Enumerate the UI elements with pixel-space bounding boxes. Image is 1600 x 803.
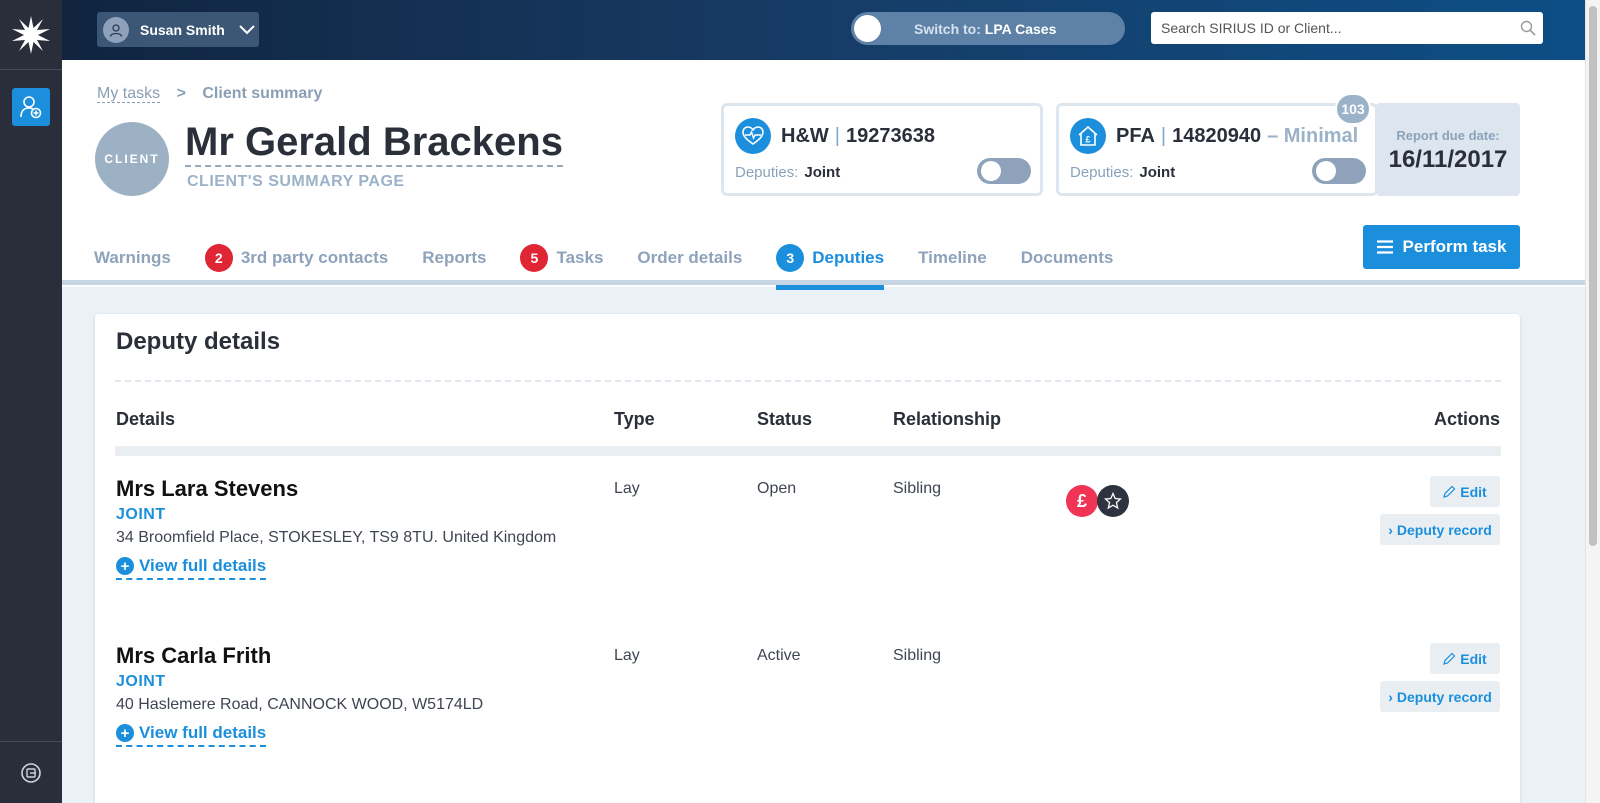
- tabs-underline: [62, 280, 1585, 285]
- deputy-type: Lay: [614, 647, 640, 664]
- logout-icon: [21, 762, 41, 783]
- tab-timeline[interactable]: Timeline: [918, 231, 987, 284]
- tab-count-badge: 3: [776, 243, 805, 272]
- client-badge: CLIENT: [95, 122, 169, 196]
- order-deputies: Deputies: Joint: [1070, 164, 1176, 181]
- tab-deputies[interactable]: 3 Deputies: [776, 231, 884, 290]
- perform-task-button[interactable]: Perform task: [1363, 225, 1520, 269]
- breadcrumb-current: Client summary: [202, 85, 323, 102]
- column-header-actions: Actions: [1434, 409, 1501, 429]
- table-row: Mrs Carla Frith JOINT 40 Haslemere Road,…: [95, 643, 1520, 803]
- deputy-status: Active: [757, 647, 801, 664]
- deputy-details-card: Deputy details Details Type Status Relat…: [95, 314, 1520, 803]
- vertical-scrollbar[interactable]: [1585, 0, 1600, 803]
- user-name: Susan Smith: [140, 21, 225, 38]
- tab-tasks[interactable]: 5 Tasks: [520, 231, 603, 284]
- search-input[interactable]: [1151, 13, 1513, 43]
- table-row: Mrs Lara Stevens JOINT 34 Broomfield Pla…: [95, 476, 1520, 636]
- switch-cases-toggle[interactable]: Switch to: LPA Cases: [851, 12, 1125, 45]
- search-box: [1151, 12, 1543, 44]
- deputy-name: Mrs Lara Stevens: [116, 476, 299, 501]
- user-menu-button[interactable]: Susan Smith: [97, 12, 259, 47]
- starburst-logo-icon: [12, 15, 50, 54]
- add-user-icon: [20, 96, 42, 119]
- toggle-knob: [854, 15, 881, 42]
- order-card-pfa[interactable]: £ PFA | 14820940 – Minimal Deputies: Join…: [1056, 103, 1378, 196]
- breadcrumb-separator: >: [176, 85, 186, 102]
- plus-icon: +: [116, 557, 134, 575]
- column-header-details: Details: [116, 409, 176, 429]
- order-type: PFA: [1116, 124, 1155, 147]
- breadcrumb-my-tasks[interactable]: My tasks: [97, 85, 161, 103]
- tab-bar: Warnings 2 3rd party contacts Reports 5 Ta…: [94, 231, 1147, 290]
- client-subtitle: CLIENT'S SUMMARY PAGE: [187, 173, 405, 190]
- deputy-type: Lay: [614, 480, 640, 497]
- scrollbar-thumb[interactable]: [1589, 6, 1597, 546]
- tab-count-badge: 5: [520, 243, 549, 272]
- switch-label: Switch to: LPA Cases: [914, 20, 1057, 37]
- order-toggle[interactable]: [977, 158, 1031, 184]
- tab-order-details[interactable]: Order details: [637, 231, 742, 284]
- house-pound-icon: £: [1070, 118, 1106, 154]
- divider: [115, 380, 1501, 382]
- deputy-address: 34 Broomfield Place, STOKESLEY, TS9 8TU.…: [116, 529, 557, 546]
- deputy-tag: JOINT: [116, 673, 166, 690]
- chevron-down-icon: [239, 24, 255, 34]
- deputy-record-button[interactable]: › Deputy record: [1380, 681, 1500, 712]
- order-suffix: – Minimal: [1267, 124, 1359, 147]
- left-rail: [0, 0, 62, 803]
- tab-count-badge: 2: [204, 243, 233, 272]
- deputy-address: 40 Haslemere Road, CANNOCK WOOD, W5174LD: [116, 696, 484, 713]
- star-icon: [1097, 485, 1129, 517]
- order-deputies: Deputies: Joint: [735, 164, 841, 181]
- report-due-label: Report due date:: [1396, 128, 1500, 143]
- column-header-type: Type: [614, 409, 655, 429]
- report-due-box: Report due date: 16/11/2017: [1376, 103, 1520, 196]
- order-card-hw[interactable]: H&W | 19273638 Deputies: Joint: [721, 103, 1043, 196]
- order-number: 14820940: [1172, 124, 1262, 147]
- svg-text:£: £: [1085, 135, 1090, 145]
- logout-button[interactable]: [0, 741, 62, 803]
- order-type: H&W: [781, 124, 829, 147]
- deputy-record-button[interactable]: › Deputy record: [1380, 514, 1500, 545]
- order-toggle[interactable]: [1312, 158, 1366, 184]
- search-icon[interactable]: [1513, 20, 1543, 36]
- count-badge: 103: [1335, 93, 1371, 125]
- top-bar: Susan Smith Switch to: LPA Cases: [62, 0, 1585, 60]
- deputy-relationship: Sibling: [893, 647, 942, 664]
- pound-icon: £: [1066, 485, 1098, 517]
- report-due-date: 16/11/2017: [1388, 146, 1508, 173]
- deputy-relationship: Sibling: [893, 480, 942, 497]
- order-number: 19273638: [845, 124, 935, 147]
- menu-icon: [1376, 240, 1393, 254]
- tab-reports[interactable]: Reports: [422, 231, 486, 284]
- tab-documents[interactable]: Documents: [1021, 231, 1114, 284]
- column-header-relationship: Relationship: [893, 409, 1002, 429]
- plus-icon: +: [116, 724, 134, 742]
- client-header: My tasks > Client summary CLIENT Mr Gera…: [62, 60, 1585, 290]
- edit-button[interactable]: Edit: [1430, 476, 1500, 507]
- add-user-nav-button[interactable]: [12, 88, 50, 126]
- deputy-tag: JOINT: [116, 506, 166, 523]
- edit-button[interactable]: Edit: [1430, 643, 1500, 674]
- breadcrumb: My tasks > Client summary: [97, 85, 322, 103]
- table-header-bar: [115, 446, 1501, 456]
- card-title: Deputy details: [116, 328, 281, 355]
- view-full-details-link[interactable]: + View full details: [116, 556, 267, 580]
- view-full-details-link[interactable]: + View full details: [116, 723, 267, 747]
- app-logo[interactable]: [0, 0, 62, 70]
- deputy-name: Mrs Carla Frith: [116, 643, 272, 668]
- pencil-icon: [1443, 485, 1456, 498]
- deputy-status: Open: [757, 480, 797, 497]
- column-header-status: Status: [757, 409, 813, 429]
- pencil-icon: [1443, 652, 1456, 665]
- tab-third-party-contacts[interactable]: 2 3rd party contacts: [204, 231, 388, 284]
- avatar-icon: [103, 16, 129, 43]
- client-name[interactable]: Mr Gerald Brackens: [185, 119, 563, 167]
- tab-warnings[interactable]: Warnings: [94, 231, 171, 284]
- heart-pulse-icon: [735, 118, 771, 154]
